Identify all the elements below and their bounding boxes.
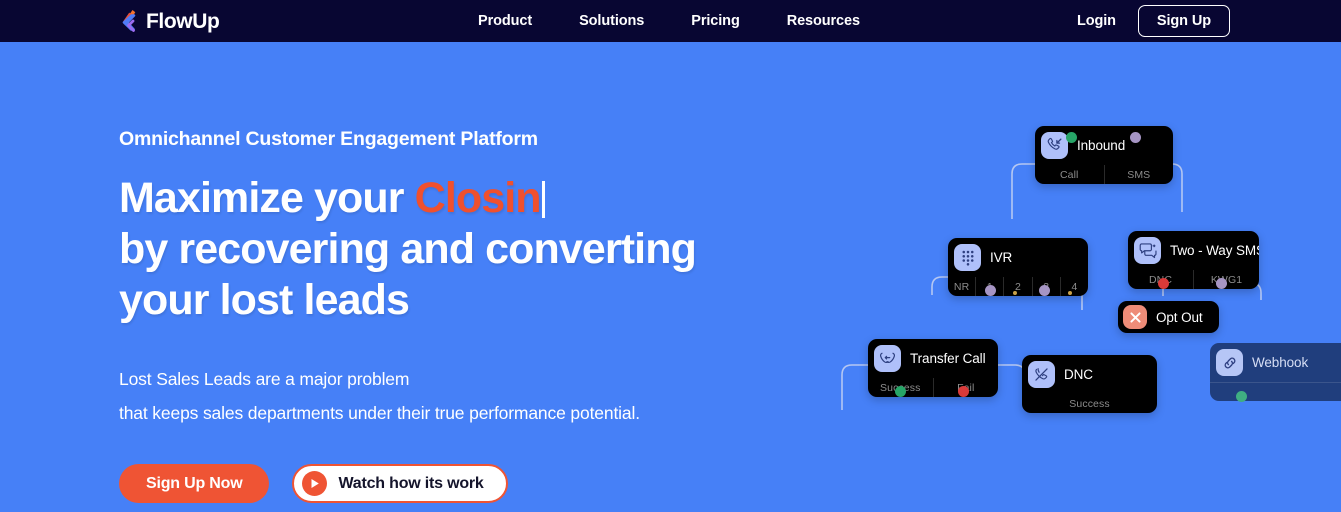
signup-now-button[interactable]: Sign Up Now bbox=[119, 464, 270, 503]
flow-node-webhook[interactable]: Webhook bbox=[1210, 343, 1341, 401]
port-dot-transfer-success[interactable] bbox=[895, 386, 906, 397]
hero-headline: Maximize your Closin by recovering and c… bbox=[119, 173, 819, 326]
hero-subtext: Lost Sales Leads are a major problem tha… bbox=[119, 362, 819, 430]
node-header: Inbound bbox=[1035, 126, 1173, 165]
port-dot-webhook[interactable] bbox=[1236, 391, 1247, 402]
port-dot-call[interactable] bbox=[1066, 132, 1077, 143]
port-call[interactable]: Call bbox=[1035, 165, 1105, 184]
port-kwg1[interactable]: KWG1 bbox=[1194, 270, 1259, 289]
flow-node-two-way-sms[interactable]: Two - Way SMS DNC KWG1 bbox=[1128, 231, 1259, 289]
port-success[interactable]: Success bbox=[1022, 394, 1157, 413]
nav-actions: Login Sign Up bbox=[1077, 5, 1230, 37]
hero-eyebrow: Omnichannel Customer Engagement Platform bbox=[119, 128, 538, 150]
close-x-icon bbox=[1123, 305, 1147, 329]
node-ports: DNC KWG1 bbox=[1128, 270, 1259, 289]
headline-accent-word: Closin bbox=[414, 174, 542, 222]
hero-copy: Omnichannel Customer Engagement Platform… bbox=[119, 128, 819, 503]
watch-video-button[interactable]: Watch how its work bbox=[292, 464, 508, 503]
headline-line3: your lost leads bbox=[119, 276, 410, 324]
port-dot-transfer-fail[interactable] bbox=[958, 386, 969, 397]
flow-node-dnc[interactable]: DNC Success bbox=[1022, 355, 1157, 413]
node-ports: NR 1 2 3 4 bbox=[948, 277, 1088, 296]
flow-node-transfer-call[interactable]: Transfer Call Success Fail bbox=[868, 339, 998, 397]
hero-cta-row: Sign Up Now Watch how its work bbox=[119, 464, 819, 503]
node-title: IVR bbox=[990, 250, 1013, 265]
play-icon bbox=[302, 471, 328, 496]
node-ports: Call SMS bbox=[1035, 165, 1173, 184]
node-title: DNC bbox=[1064, 367, 1093, 382]
port-4[interactable]: 4 bbox=[1061, 277, 1088, 296]
brand-name: FlowUp bbox=[146, 9, 220, 33]
nav-item-solutions[interactable]: Solutions bbox=[579, 13, 644, 29]
port-dot-ivr-4[interactable] bbox=[1068, 291, 1072, 295]
nav-item-product[interactable]: Product bbox=[478, 13, 532, 29]
node-title: Opt Out bbox=[1156, 309, 1203, 325]
node-header: IVR bbox=[948, 238, 1088, 277]
port-dot-ivr-2[interactable] bbox=[1013, 291, 1017, 295]
node-title: Inbound bbox=[1077, 138, 1126, 153]
node-header: Webhook bbox=[1210, 343, 1341, 382]
node-title: Two - Way SMS bbox=[1170, 243, 1259, 258]
typing-cursor bbox=[541, 181, 545, 218]
headline-line1-prefix: Maximize your bbox=[119, 174, 415, 222]
nav-item-resources[interactable]: Resources bbox=[787, 13, 860, 29]
hero-section: Omnichannel Customer Engagement Platform… bbox=[0, 42, 1341, 512]
node-header: Two - Way SMS bbox=[1128, 231, 1259, 270]
port-nr[interactable]: NR bbox=[948, 277, 977, 296]
node-title: Transfer Call bbox=[910, 351, 986, 366]
phone-blocked-icon bbox=[1028, 361, 1055, 388]
chat-bubbles-icon bbox=[1134, 237, 1161, 264]
node-ports: Success bbox=[1022, 394, 1157, 413]
port-sms[interactable]: SMS bbox=[1105, 165, 1174, 184]
flow-node-inbound[interactable]: Inbound Call SMS bbox=[1035, 126, 1173, 184]
hero-subtext-line1: Lost Sales Leads are a major problem bbox=[119, 369, 410, 389]
node-header: DNC bbox=[1022, 355, 1157, 394]
node-ports bbox=[1210, 382, 1341, 401]
login-link[interactable]: Login bbox=[1077, 13, 1116, 29]
port-dot-ivr-1[interactable] bbox=[985, 285, 996, 296]
node-ports: Success Fail bbox=[868, 378, 998, 397]
dialpad-icon bbox=[954, 244, 981, 271]
port-dot-twoway-dnc[interactable] bbox=[1158, 278, 1169, 289]
flow-node-opt-out[interactable]: Opt Out bbox=[1118, 301, 1219, 333]
headline-line2: by recovering and converting bbox=[119, 225, 697, 273]
port-2[interactable]: 2 bbox=[1004, 277, 1033, 296]
nav-links: Product Solutions Pricing Resources bbox=[478, 13, 860, 29]
port-dot-twoway-kwg1[interactable] bbox=[1216, 278, 1227, 289]
flowup-logo-icon bbox=[118, 8, 144, 34]
hero-subtext-line2: that keeps sales departments under their… bbox=[119, 403, 640, 423]
flow-node-ivr[interactable]: IVR NR 1 2 3 4 bbox=[948, 238, 1088, 296]
port-dot-ivr-3[interactable] bbox=[1039, 285, 1050, 296]
inbound-call-icon bbox=[1041, 132, 1068, 159]
node-header: Opt Out bbox=[1118, 301, 1219, 333]
node-title: Webhook bbox=[1252, 355, 1309, 370]
port-dot-sms[interactable] bbox=[1130, 132, 1141, 143]
node-header: Transfer Call bbox=[868, 339, 998, 378]
watch-video-label: Watch how its work bbox=[338, 474, 484, 492]
nav-item-pricing[interactable]: Pricing bbox=[691, 13, 740, 29]
flow-diagram: Inbound Call SMS IVR NR 2 4 Two - Way SM… bbox=[820, 42, 1341, 512]
transfer-call-icon bbox=[874, 345, 901, 372]
brand-logo[interactable]: FlowUp bbox=[118, 8, 220, 34]
top-navbar: FlowUp Product Solutions Pricing Resourc… bbox=[0, 0, 1341, 42]
link-chain-icon bbox=[1216, 349, 1243, 376]
signup-button[interactable]: Sign Up bbox=[1137, 5, 1230, 37]
